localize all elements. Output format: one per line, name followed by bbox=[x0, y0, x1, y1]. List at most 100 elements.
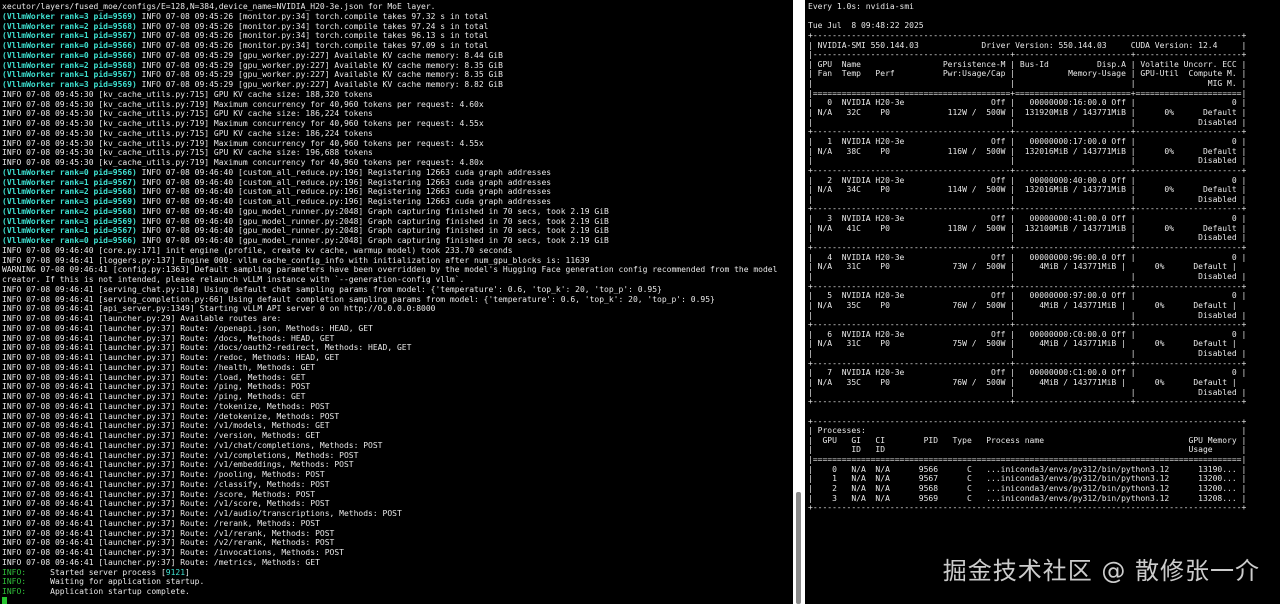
log-text: INFO 07-08 09:46:40 [gpu_model_runner.py… bbox=[136, 226, 609, 236]
log-line: creator. If this is not intended, please… bbox=[2, 275, 793, 285]
log-line: INFO 07-08 09:45:30 [kv_cache_utils.py:7… bbox=[2, 129, 793, 139]
worker-tag: (VllmWorker rank=0 pid=9566) bbox=[2, 236, 137, 245]
log-text: INFO 07-08 09:46:41 [launcher.py:37] Rou… bbox=[2, 509, 402, 518]
log-line: (VllmWorker rank=2 pid=9568) INFO 07-08 … bbox=[2, 22, 793, 32]
log-text: INFO 07-08 09:46:41 [launcher.py:37] Rou… bbox=[2, 499, 330, 509]
worker-tag: (VllmWorker rank=0 pid=9566) bbox=[2, 41, 137, 50]
smi-line: | 1 NVIDIA H20-3e Off | 00000000:17:00.0… bbox=[808, 136, 1247, 146]
worker-tag: (VllmWorker rank=2 pid=9568) bbox=[2, 206, 137, 216]
log-line: (VllmWorker rank=0 pid=9566) INFO 07-08 … bbox=[2, 41, 793, 51]
log-line: (VllmWorker rank=1 pid=9567) INFO 07-08 … bbox=[2, 226, 793, 236]
worker-tag: (VllmWorker rank=3 pid=9569) bbox=[2, 11, 137, 21]
log-line: (VllmWorker rank=0 pid=9566) INFO 07-08 … bbox=[2, 51, 793, 61]
log-line: INFO 07-08 09:45:30 [kv_cache_utils.py:7… bbox=[2, 119, 793, 129]
smi-line: | Processes: | bbox=[808, 426, 1247, 436]
info-prefix: INFO: bbox=[2, 587, 27, 596]
scrollbar-thumb[interactable] bbox=[796, 492, 801, 604]
prompt-line[interactable] bbox=[2, 596, 793, 604]
worker-tag: (VllmWorker rank=2 pid=9568) bbox=[2, 187, 137, 197]
worker-tag: (VllmWorker rank=3 pid=9569) bbox=[2, 80, 137, 89]
log-text: INFO 07-08 09:46:41 [launcher.py:37] Rou… bbox=[2, 333, 335, 343]
log-line: INFO 07-08 09:46:41 [loggers.py:137] Eng… bbox=[2, 256, 793, 266]
smi-line bbox=[808, 407, 1280, 417]
log-text: INFO 07-08 09:46:40 [gpu_model_runner.py… bbox=[136, 236, 609, 245]
worker-tag: (VllmWorker rank=3 pid=9569) bbox=[2, 216, 137, 226]
worker-tag: (VllmWorker rank=3 pid=9569) bbox=[2, 197, 137, 206]
log-text: xecutor/layers/fused_moe/configs/E=128,N… bbox=[2, 2, 436, 11]
info-prefix: INFO: bbox=[2, 567, 27, 577]
log-text: INFO 07-08 09:46:41 [launcher.py:37] Rou… bbox=[2, 431, 320, 440]
log-text: INFO 07-08 09:46:41 [launcher.py:37] Rou… bbox=[2, 372, 306, 382]
smi-line: | 1 N/A N/A 9567 C ...iniconda3/envs/py3… bbox=[808, 474, 1247, 484]
smi-line: +---------------------------------------… bbox=[808, 320, 1247, 330]
log-text: INFO 07-08 09:45:29 [gpu_worker.py:227] … bbox=[136, 50, 503, 60]
log-text: INFO 07-08 09:45:29 [gpu_worker.py:227] … bbox=[136, 60, 503, 70]
log-text: INFO 07-08 09:45:29 [gpu_worker.py:227] … bbox=[136, 80, 503, 89]
smi-line: | | | Disabled | bbox=[808, 271, 1247, 281]
log-line: INFO 07-08 09:45:30 [kv_cache_utils.py:7… bbox=[2, 139, 793, 149]
worker-tag: (VllmWorker rank=1 pid=9567) bbox=[2, 70, 137, 80]
log-text: INFO 07-08 09:46:41 [launcher.py:37] Rou… bbox=[2, 343, 412, 353]
log-line: INFO 07-08 09:46:41 [launcher.py:37] Rou… bbox=[2, 382, 793, 392]
log-line: INFO 07-08 09:46:41 [launcher.py:37] Rou… bbox=[2, 402, 793, 412]
smi-line: | GPU GI CI PID Type Process name GPU Me… bbox=[808, 435, 1247, 445]
smi-line: | NVIDIA-SMI 550.144.03 Driver Version: … bbox=[808, 40, 1247, 50]
watermark-text: 掘金技术社区 @ 散修张一介 bbox=[942, 557, 1260, 585]
smi-line: | N/A 35C P0 76W / 500W | 4MiB / 143771M… bbox=[808, 300, 1237, 310]
worker-tag: (VllmWorker rank=2 pid=9568) bbox=[2, 21, 137, 31]
worker-tag: (VllmWorker rank=2 pid=9568) bbox=[2, 60, 137, 70]
log-line: INFO 07-08 09:46:41 [launcher.py:37] Rou… bbox=[2, 324, 793, 334]
log-line: (VllmWorker rank=2 pid=9568) INFO 07-08 … bbox=[2, 207, 793, 217]
log-line: INFO 07-08 09:46:41 [launcher.py:37] Rou… bbox=[2, 353, 793, 363]
log-text: Application startup complete. bbox=[26, 587, 190, 596]
nvidia-smi-output: Every 1.0s: nvidia-smi Tue Jul 8 09:48:22… bbox=[805, 0, 1280, 513]
log-line: (VllmWorker rank=3 pid=9569) INFO 07-08 … bbox=[2, 197, 793, 207]
server-pid: 9121 bbox=[165, 567, 186, 577]
log-text: INFO 07-08 09:46:41 [launcher.py:37] Rou… bbox=[2, 392, 306, 401]
smi-line: | N/A 31C P0 75W / 500W | 4MiB / 143771M… bbox=[808, 339, 1237, 349]
log-text: INFO 07-08 09:45:30 [kv_cache_utils.py:7… bbox=[2, 119, 484, 128]
smi-line: +---------------------------------------… bbox=[808, 204, 1247, 214]
smi-line: | 0 N/A N/A 9566 C ...iniconda3/envs/py3… bbox=[808, 464, 1247, 474]
smi-line: |=======================================… bbox=[808, 88, 1247, 98]
log-line: INFO 07-08 09:46:41 [launcher.py:37] Rou… bbox=[2, 548, 793, 558]
worker-tag: (VllmWorker rank=0 pid=9566) bbox=[2, 167, 137, 177]
smi-line: | | | Disabled | bbox=[808, 156, 1247, 166]
smi-line: +---------------------------------------… bbox=[808, 243, 1247, 253]
smi-line: | 6 NVIDIA H20-3e Off | 00000000:C0:00.0… bbox=[808, 329, 1247, 339]
smi-line: |=======================================… bbox=[808, 455, 1247, 465]
smi-line bbox=[808, 12, 1280, 22]
log-line: INFO 07-08 09:46:41 [launcher.py:37] Rou… bbox=[2, 509, 793, 519]
log-text: INFO 07-08 09:46:41 [launcher.py:37] Rou… bbox=[2, 548, 344, 557]
log-text: INFO 07-08 09:46:40 [gpu_model_runner.py… bbox=[136, 216, 609, 226]
log-text: INFO 07-08 09:46:41 [launcher.py:29] Ava… bbox=[2, 314, 282, 323]
log-text: INFO 07-08 09:46:41 [launcher.py:37] Rou… bbox=[2, 538, 335, 548]
log-line: (VllmWorker rank=3 pid=9569) INFO 07-08 … bbox=[2, 12, 793, 22]
smi-line: | 3 N/A N/A 9569 C ...iniconda3/envs/py3… bbox=[808, 493, 1247, 503]
smi-line: | 4 NVIDIA H20-3e Off | 00000000:96:00.0… bbox=[808, 252, 1247, 262]
log-line: INFO 07-08 09:46:41 [launcher.py:37] Rou… bbox=[2, 460, 793, 470]
nvidia-smi-terminal[interactable]: Every 1.0s: nvidia-smi Tue Jul 8 09:48:22… bbox=[805, 0, 1280, 604]
smi-line: | 7 NVIDIA H20-3e Off | 00000000:C1:00.0… bbox=[808, 368, 1247, 378]
log-line: INFO 07-08 09:46:41 [launcher.py:37] Rou… bbox=[2, 480, 793, 490]
log-line: (VllmWorker rank=0 pid=9566) INFO 07-08 … bbox=[2, 168, 793, 178]
log-line: (VllmWorker rank=1 pid=9567) INFO 07-08 … bbox=[2, 70, 793, 80]
log-text: INFO 07-08 09:46:41 [launcher.py:37] Rou… bbox=[2, 460, 354, 470]
log-text: INFO 07-08 09:46:40 [custom_all_reduce.p… bbox=[136, 167, 552, 177]
smi-line: Tue Jul 8 09:48:22 2025 bbox=[808, 21, 924, 31]
log-line: xecutor/layers/fused_moe/configs/E=128,N… bbox=[2, 2, 793, 12]
smi-line: +---------------------------------------… bbox=[808, 127, 1247, 137]
smi-line: +---------------------------------------… bbox=[808, 503, 1247, 513]
log-text: INFO 07-08 09:45:26 [monitor.py:34] torc… bbox=[136, 41, 489, 50]
smi-line: | | | Disabled | bbox=[808, 310, 1247, 320]
log-line: INFO: Waiting for application startup. bbox=[2, 577, 793, 587]
log-text: creator. If this is not intended, please… bbox=[2, 275, 465, 284]
log-line: (VllmWorker rank=3 pid=9569) INFO 07-08 … bbox=[2, 217, 793, 227]
log-line: INFO 07-08 09:45:30 [kv_cache_utils.py:7… bbox=[2, 148, 793, 158]
log-text: INFO 07-08 09:46:41 [launcher.py:37] Rou… bbox=[2, 401, 330, 411]
log-text: INFO 07-08 09:46:41 [serving_chat.py:118… bbox=[2, 284, 662, 294]
vllm-log-terminal[interactable]: xecutor/layers/fused_moe/configs/E=128,N… bbox=[0, 0, 793, 604]
worker-tag: (VllmWorker rank=1 pid=9567) bbox=[2, 177, 137, 187]
smi-line: | 2 N/A N/A 9568 C ...iniconda3/envs/py3… bbox=[808, 484, 1247, 494]
log-text: INFO 07-08 09:45:30 [kv_cache_utils.py:7… bbox=[2, 138, 484, 148]
